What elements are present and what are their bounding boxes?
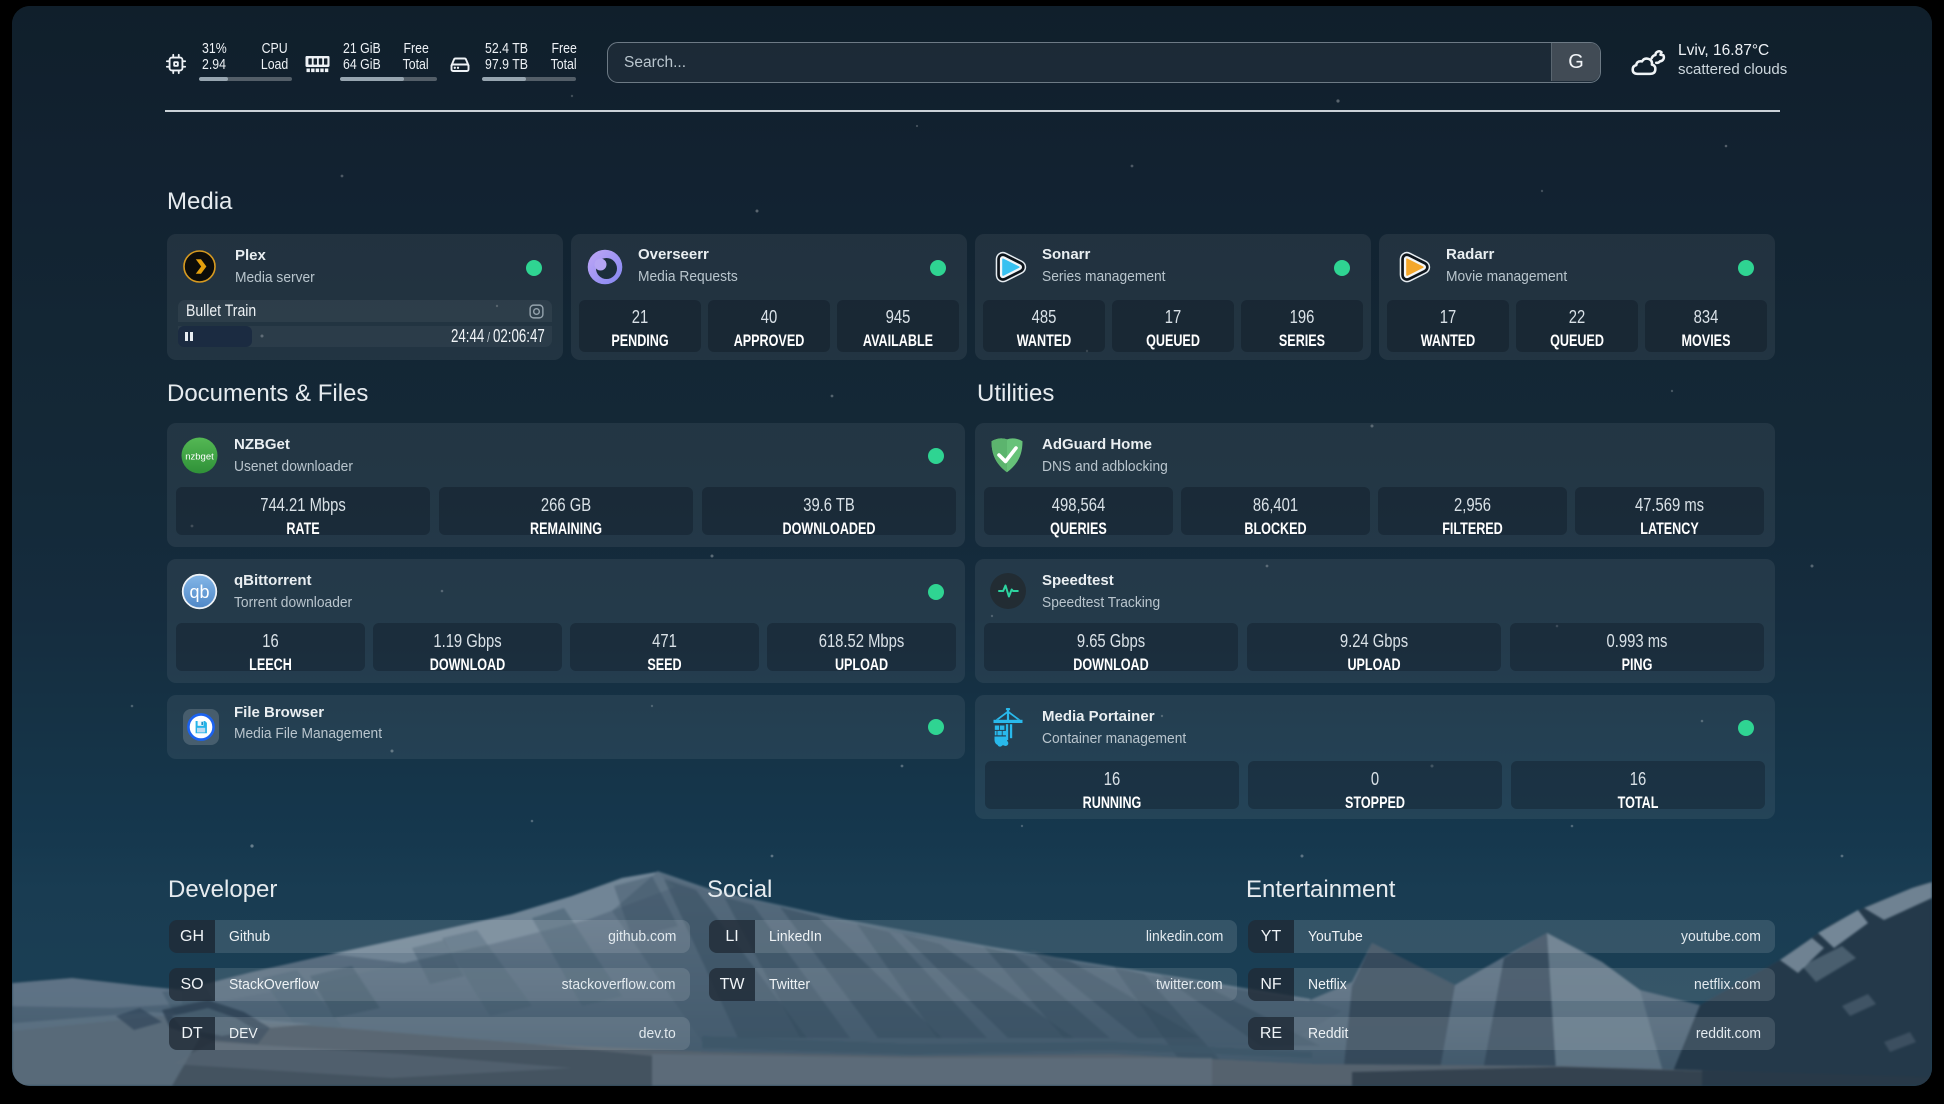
svg-text:qb: qb xyxy=(189,582,209,602)
svg-text:nzbget: nzbget xyxy=(185,452,214,463)
